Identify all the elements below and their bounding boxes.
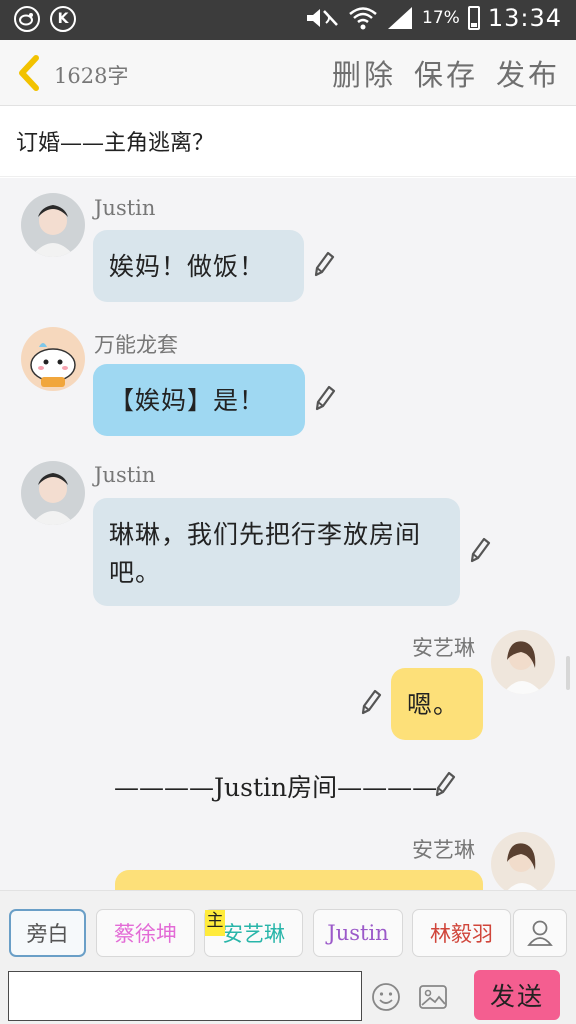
status-right: 17% 13:34: [304, 4, 562, 32]
avatar-an-yilin[interactable]: [491, 630, 555, 694]
avatar-justin[interactable]: [21, 193, 85, 257]
edit-pencil-icon[interactable]: [314, 385, 336, 411]
image-button[interactable]: [418, 982, 448, 1012]
save-button[interactable]: 保存: [414, 52, 478, 94]
edit-pencil-icon[interactable]: [360, 689, 382, 715]
person-icon: [527, 920, 553, 946]
header-actions: 删除 保存 发布: [332, 52, 560, 94]
mute-icon: [307, 9, 338, 27]
chat-area[interactable]: Justin 娭妈！做饭！ 万能龙套 【娭妈】是！ Justin 琳琳，我们先把…: [0, 178, 576, 890]
character-chip-cai-xukun[interactable]: 蔡徐坤: [96, 909, 195, 957]
character-label: 蔡徐坤: [114, 922, 177, 946]
speaker-name: 安艺琳: [412, 636, 475, 660]
scrollbar-thumb[interactable]: [566, 656, 570, 690]
message-bubble[interactable]: 【娭妈】是！: [93, 364, 305, 436]
editor-header: 1628字 删除 保存 发布: [0, 40, 576, 106]
back-button[interactable]: [14, 54, 44, 92]
status-bar: K 17% 13:34: [0, 0, 576, 40]
character-label: 旁白: [26, 922, 69, 946]
signal-icon: [388, 7, 413, 29]
character-chip-an-yilin[interactable]: 主 安艺琳: [204, 909, 303, 957]
composer: 发送: [0, 970, 576, 1024]
delete-button[interactable]: 删除: [332, 52, 396, 94]
back-arrow-icon: [19, 55, 39, 91]
message-text: 琳琳，我们先把行李放房间吧。: [109, 520, 422, 587]
image-icon: [419, 985, 447, 1009]
character-label: 林毅羽: [430, 922, 493, 946]
avatar-justin[interactable]: [21, 461, 85, 525]
character-chip-justin[interactable]: Justin: [313, 909, 403, 957]
clock: 13:34: [487, 4, 562, 32]
story-title: 订婚——主角逃离？: [16, 131, 215, 156]
emoji-button[interactable]: [371, 982, 401, 1012]
avatar-an-yilin[interactable]: [491, 832, 555, 890]
edit-pencil-icon[interactable]: [469, 537, 491, 563]
battery-icon: [467, 6, 480, 30]
manage-characters-button[interactable]: [513, 909, 567, 957]
status-left-icons: K: [14, 6, 76, 32]
send-label: 发送: [489, 982, 544, 1011]
message-text: 娭妈！做饭！: [109, 252, 266, 281]
speaker-name: Justin: [94, 463, 156, 487]
edit-pencil-icon[interactable]: [313, 251, 335, 277]
weibo-icon: [14, 6, 40, 32]
battery-percent: 17%: [422, 8, 460, 28]
speaker-name: 安艺琳: [412, 838, 475, 862]
character-label: 安艺琳: [222, 922, 285, 946]
message-bubble[interactable]: [115, 870, 483, 890]
message-bubble[interactable]: 琳琳，我们先把行李放房间吧。: [93, 498, 460, 606]
character-chip-lin-yiyu[interactable]: 林毅羽: [412, 909, 511, 957]
word-count: 1628字: [54, 64, 129, 88]
speaker-name: Justin: [94, 196, 156, 220]
smiley-icon: [372, 983, 400, 1011]
character-label: Justin: [327, 921, 389, 945]
message-text: 【娭妈】是！: [109, 386, 266, 415]
wifi-icon: [349, 7, 377, 30]
publish-button[interactable]: 发布: [496, 52, 560, 94]
k-circle-icon: K: [50, 6, 76, 32]
character-chip-narrator[interactable]: 旁白: [9, 909, 86, 957]
message-bubble[interactable]: 嗯。: [391, 668, 483, 740]
message-text: 嗯。: [407, 690, 460, 719]
story-title-row[interactable]: 订婚——主角逃离？: [0, 107, 576, 177]
message-input[interactable]: [8, 971, 362, 1021]
send-button[interactable]: 发送: [474, 970, 560, 1020]
main-character-badge: 主: [205, 910, 225, 936]
character-selector: 旁白 蔡徐坤 主 安艺琳 Justin 林毅羽: [0, 890, 576, 970]
narration-line[interactable]: ————Justin房间————: [114, 768, 437, 804]
message-bubble[interactable]: 娭妈！做饭！: [93, 230, 304, 302]
speaker-name: 万能龙套: [94, 333, 178, 357]
avatar-wanneng-longtao[interactable]: [21, 327, 85, 391]
edit-pencil-icon[interactable]: [434, 771, 456, 797]
